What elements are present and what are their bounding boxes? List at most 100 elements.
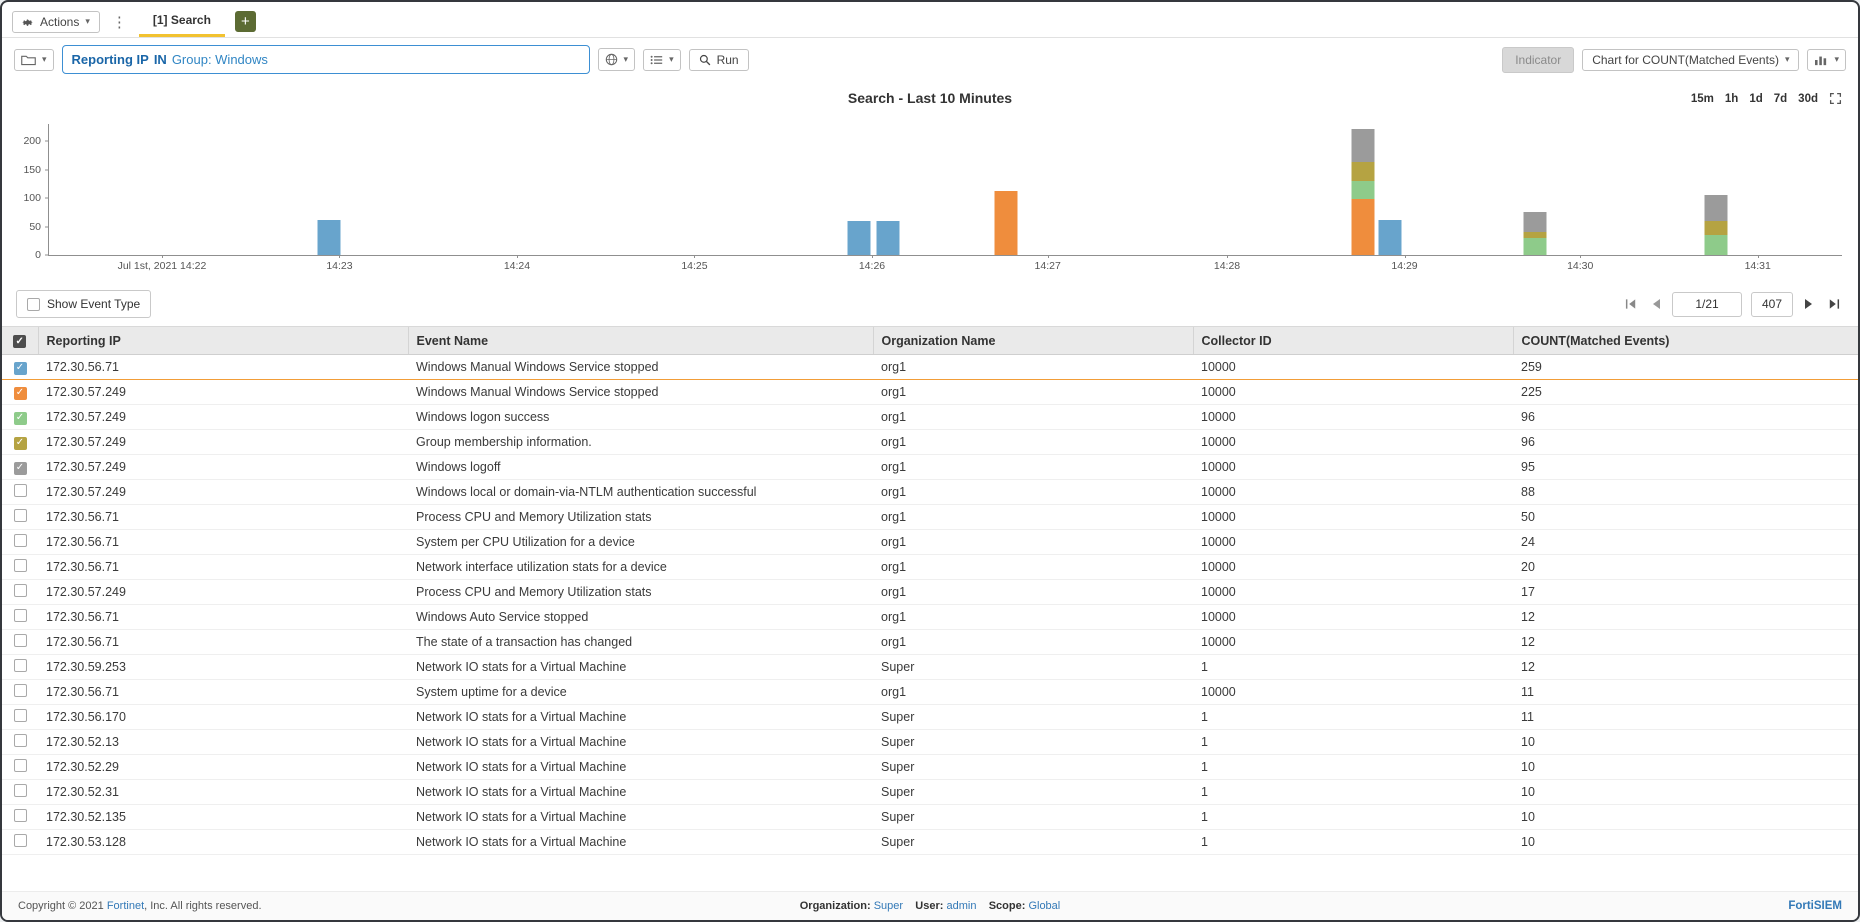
table-row[interactable]: 172.30.52.13Network IO stats for a Virtu… — [2, 730, 1858, 755]
chart-bar[interactable] — [317, 124, 340, 255]
row-checkbox[interactable]: ✓ — [14, 412, 27, 425]
bar-segment-blue[interactable] — [1379, 220, 1402, 255]
table-row[interactable]: 172.30.56.71Process CPU and Memory Utili… — [2, 505, 1858, 530]
table-row[interactable]: 172.30.56.71System uptime for a deviceor… — [2, 680, 1858, 705]
bar-segment-olive[interactable] — [1352, 162, 1375, 181]
column-header-collector-id[interactable]: Collector ID — [1193, 327, 1513, 355]
table-row[interactable]: 172.30.57.249Process CPU and Memory Util… — [2, 580, 1858, 605]
column-header-count-matched-events[interactable]: COUNT(Matched Events) — [1513, 327, 1858, 355]
cell-event-name: Network IO stats for a Virtual Machine — [408, 780, 873, 805]
chart-bar[interactable] — [1524, 124, 1547, 255]
table-row[interactable]: ✓172.30.57.249Group membership informati… — [2, 430, 1858, 455]
cell-organization-name: org1 — [873, 380, 1193, 405]
row-checkbox[interactable] — [14, 784, 27, 797]
row-checkbox[interactable] — [14, 709, 27, 722]
table-row[interactable]: 172.30.59.253Network IO stats for a Virt… — [2, 655, 1858, 680]
display-fields-button[interactable]: ▾ — [643, 49, 681, 71]
row-checkbox[interactable]: ✓ — [14, 362, 27, 375]
chart-bar[interactable] — [995, 124, 1018, 255]
tab-search[interactable]: [1] Search — [139, 6, 225, 37]
row-checkbox[interactable] — [14, 809, 27, 822]
actions-button[interactable]: Actions ▾ — [12, 11, 100, 33]
indicator-button[interactable]: Indicator — [1502, 47, 1574, 73]
bar-segment-green[interactable] — [1705, 235, 1728, 255]
table-row[interactable]: 172.30.57.249Windows local or domain-via… — [2, 480, 1858, 505]
chart-bar[interactable] — [877, 124, 900, 255]
first-page-button[interactable] — [1623, 296, 1640, 312]
chart-bar[interactable] — [848, 124, 871, 255]
next-page-button[interactable] — [1802, 296, 1816, 312]
query-value-token[interactable]: Group: Windows — [172, 52, 268, 67]
table-row[interactable]: 172.30.56.71System per CPU Utilization f… — [2, 530, 1858, 555]
table-row[interactable]: ✓172.30.56.71Windows Manual Windows Serv… — [2, 355, 1858, 380]
bar-segment-gray[interactable] — [1524, 212, 1547, 232]
table-row[interactable]: 172.30.56.71Windows Auto Service stopped… — [2, 605, 1858, 630]
chart-bar[interactable] — [1352, 124, 1375, 255]
chart-bar[interactable] — [1705, 124, 1728, 255]
row-checkbox[interactable] — [14, 509, 27, 522]
column-header-event-name[interactable]: Event Name — [408, 327, 873, 355]
table-row[interactable]: 172.30.56.71The state of a transaction h… — [2, 630, 1858, 655]
row-checkbox[interactable] — [14, 609, 27, 622]
select-all-checkbox[interactable]: ✓ — [13, 335, 26, 348]
row-checkbox[interactable] — [14, 584, 27, 597]
bar-segment-olive[interactable] — [1705, 221, 1728, 235]
table-row[interactable]: 172.30.56.71Network interface utilizatio… — [2, 555, 1858, 580]
table-controls: Show Event Type 1/21 407 — [2, 284, 1858, 326]
row-checkbox[interactable] — [14, 834, 27, 847]
row-checkbox[interactable] — [14, 534, 27, 547]
show-event-type-toggle[interactable]: Show Event Type — [16, 290, 151, 318]
row-checkbox[interactable]: ✓ — [14, 462, 27, 475]
column-header-organization-name[interactable]: Organization Name — [873, 327, 1193, 355]
row-checkbox[interactable] — [14, 684, 27, 697]
range-7d[interactable]: 7d — [1774, 93, 1787, 105]
row-checkbox[interactable]: ✓ — [14, 387, 27, 400]
row-checkbox[interactable] — [14, 484, 27, 497]
table-row[interactable]: ✓172.30.57.249Windows logofforg11000095 — [2, 455, 1858, 480]
saved-search-button[interactable]: ▾ — [14, 49, 54, 71]
bar-segment-orange[interactable] — [995, 191, 1018, 255]
query-field-token[interactable]: Reporting IP — [72, 52, 149, 67]
range-30d[interactable]: 30d — [1798, 93, 1818, 105]
cell-collector-id: 1 — [1193, 655, 1513, 680]
row-checkbox[interactable] — [14, 634, 27, 647]
row-checkbox[interactable] — [14, 659, 27, 672]
bar-segment-green[interactable] — [1352, 181, 1375, 199]
query-operator-token[interactable]: IN — [154, 52, 167, 67]
chart-bar[interactable] — [1379, 124, 1402, 255]
table-row[interactable]: 172.30.52.31Network IO stats for a Virtu… — [2, 780, 1858, 805]
table-row[interactable]: ✓172.30.57.249Windows logon successorg11… — [2, 405, 1858, 430]
last-page-button[interactable] — [1825, 296, 1842, 312]
row-checkbox[interactable] — [14, 759, 27, 772]
range-1d[interactable]: 1d — [1749, 93, 1762, 105]
table-row[interactable]: 172.30.52.135Network IO stats for a Virt… — [2, 805, 1858, 830]
chart-for-select[interactable]: Chart for COUNT(Matched Events) ▾ — [1582, 49, 1799, 71]
search-query-input[interactable]: Reporting IP IN Group: Windows — [62, 45, 590, 74]
table-row[interactable]: 172.30.53.128Network IO stats for a Virt… — [2, 830, 1858, 855]
table-row[interactable]: 172.30.56.170Network IO stats for a Virt… — [2, 705, 1858, 730]
bar-segment-gray[interactable] — [1705, 195, 1728, 221]
range-15m[interactable]: 15m — [1691, 93, 1714, 105]
row-checkbox[interactable] — [14, 559, 27, 572]
bar-segment-orange[interactable] — [1352, 199, 1375, 255]
table-row[interactable]: 172.30.52.29Network IO stats for a Virtu… — [2, 755, 1858, 780]
expand-icon[interactable] — [1829, 92, 1842, 105]
add-tab-button[interactable]: + — [235, 11, 256, 32]
row-checkbox[interactable]: ✓ — [14, 437, 27, 450]
range-1h[interactable]: 1h — [1725, 93, 1738, 105]
bar-segment-blue[interactable] — [848, 221, 871, 255]
more-options-icon[interactable]: ⋮ — [110, 13, 129, 31]
scope-selector-button[interactable]: ▾ — [598, 48, 636, 71]
bar-segment-gray[interactable] — [1352, 129, 1375, 163]
column-header-reporting-ip[interactable]: Reporting IP — [38, 327, 408, 355]
bar-segment-blue[interactable] — [877, 221, 900, 255]
run-button[interactable]: Run — [689, 49, 749, 71]
page-indicator[interactable]: 1/21 — [1672, 292, 1742, 317]
table-row[interactable]: ✓172.30.57.249Windows Manual Windows Ser… — [2, 380, 1858, 405]
bar-segment-green[interactable] — [1524, 238, 1547, 255]
previous-page-button[interactable] — [1649, 296, 1663, 312]
chart-type-button[interactable]: ▾ — [1807, 49, 1846, 71]
show-event-type-checkbox[interactable] — [27, 298, 40, 311]
bar-segment-blue[interactable] — [317, 220, 340, 255]
row-checkbox[interactable] — [14, 734, 27, 747]
